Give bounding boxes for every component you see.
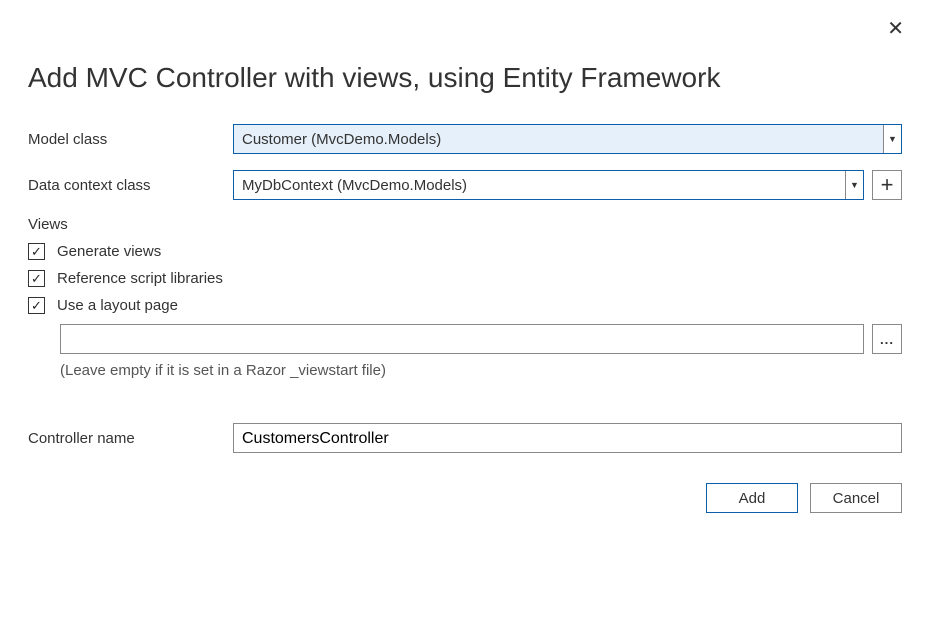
plus-icon: + bbox=[881, 172, 894, 198]
model-class-combo[interactable]: Customer (MvcDemo.Models) ▼ bbox=[233, 124, 902, 154]
chevron-down-icon[interactable]: ▼ bbox=[883, 125, 901, 153]
reference-scripts-row: ✓ Reference script libraries bbox=[28, 270, 902, 287]
use-layout-label: Use a layout page bbox=[57, 297, 178, 314]
dialog-buttons: Add Cancel bbox=[28, 483, 902, 513]
model-class-label: Model class bbox=[28, 131, 233, 148]
data-context-row: Data context class MyDbContext (MvcDemo.… bbox=[28, 170, 902, 200]
cancel-button[interactable]: Cancel bbox=[810, 483, 902, 513]
layout-hint: (Leave empty if it is set in a Razor _vi… bbox=[60, 362, 902, 379]
reference-scripts-checkbox[interactable]: ✓ bbox=[28, 270, 45, 287]
layout-page-row: ... bbox=[60, 324, 902, 354]
data-context-label: Data context class bbox=[28, 177, 233, 194]
reference-scripts-label: Reference script libraries bbox=[57, 270, 223, 287]
dialog-title: Add MVC Controller with views, using Ent… bbox=[28, 62, 902, 94]
dialog-container: ✕ Add MVC Controller with views, using E… bbox=[0, 0, 930, 533]
model-class-value: Customer (MvcDemo.Models) bbox=[234, 127, 883, 152]
browse-layout-button[interactable]: ... bbox=[872, 324, 902, 354]
ellipsis-icon: ... bbox=[880, 332, 894, 347]
data-context-combo[interactable]: MyDbContext (MvcDemo.Models) ▼ bbox=[233, 170, 864, 200]
layout-page-group: ... (Leave empty if it is set in a Razor… bbox=[60, 324, 902, 379]
model-class-row: Model class Customer (MvcDemo.Models) ▼ bbox=[28, 124, 902, 154]
close-button[interactable]: ✕ bbox=[881, 14, 910, 43]
generate-views-checkbox[interactable]: ✓ bbox=[28, 243, 45, 260]
generate-views-row: ✓ Generate views bbox=[28, 243, 902, 260]
use-layout-row: ✓ Use a layout page bbox=[28, 297, 902, 314]
views-section-label: Views bbox=[28, 216, 902, 233]
controller-name-input[interactable] bbox=[233, 423, 902, 453]
controller-name-label: Controller name bbox=[28, 430, 233, 447]
close-icon: ✕ bbox=[887, 18, 904, 40]
add-button[interactable]: Add bbox=[706, 483, 798, 513]
layout-page-input[interactable] bbox=[60, 324, 864, 354]
generate-views-label: Generate views bbox=[57, 243, 161, 260]
use-layout-checkbox[interactable]: ✓ bbox=[28, 297, 45, 314]
chevron-down-icon[interactable]: ▼ bbox=[845, 171, 863, 199]
add-data-context-button[interactable]: + bbox=[872, 170, 902, 200]
controller-name-row: Controller name bbox=[28, 423, 902, 453]
data-context-value: MyDbContext (MvcDemo.Models) bbox=[234, 173, 845, 198]
